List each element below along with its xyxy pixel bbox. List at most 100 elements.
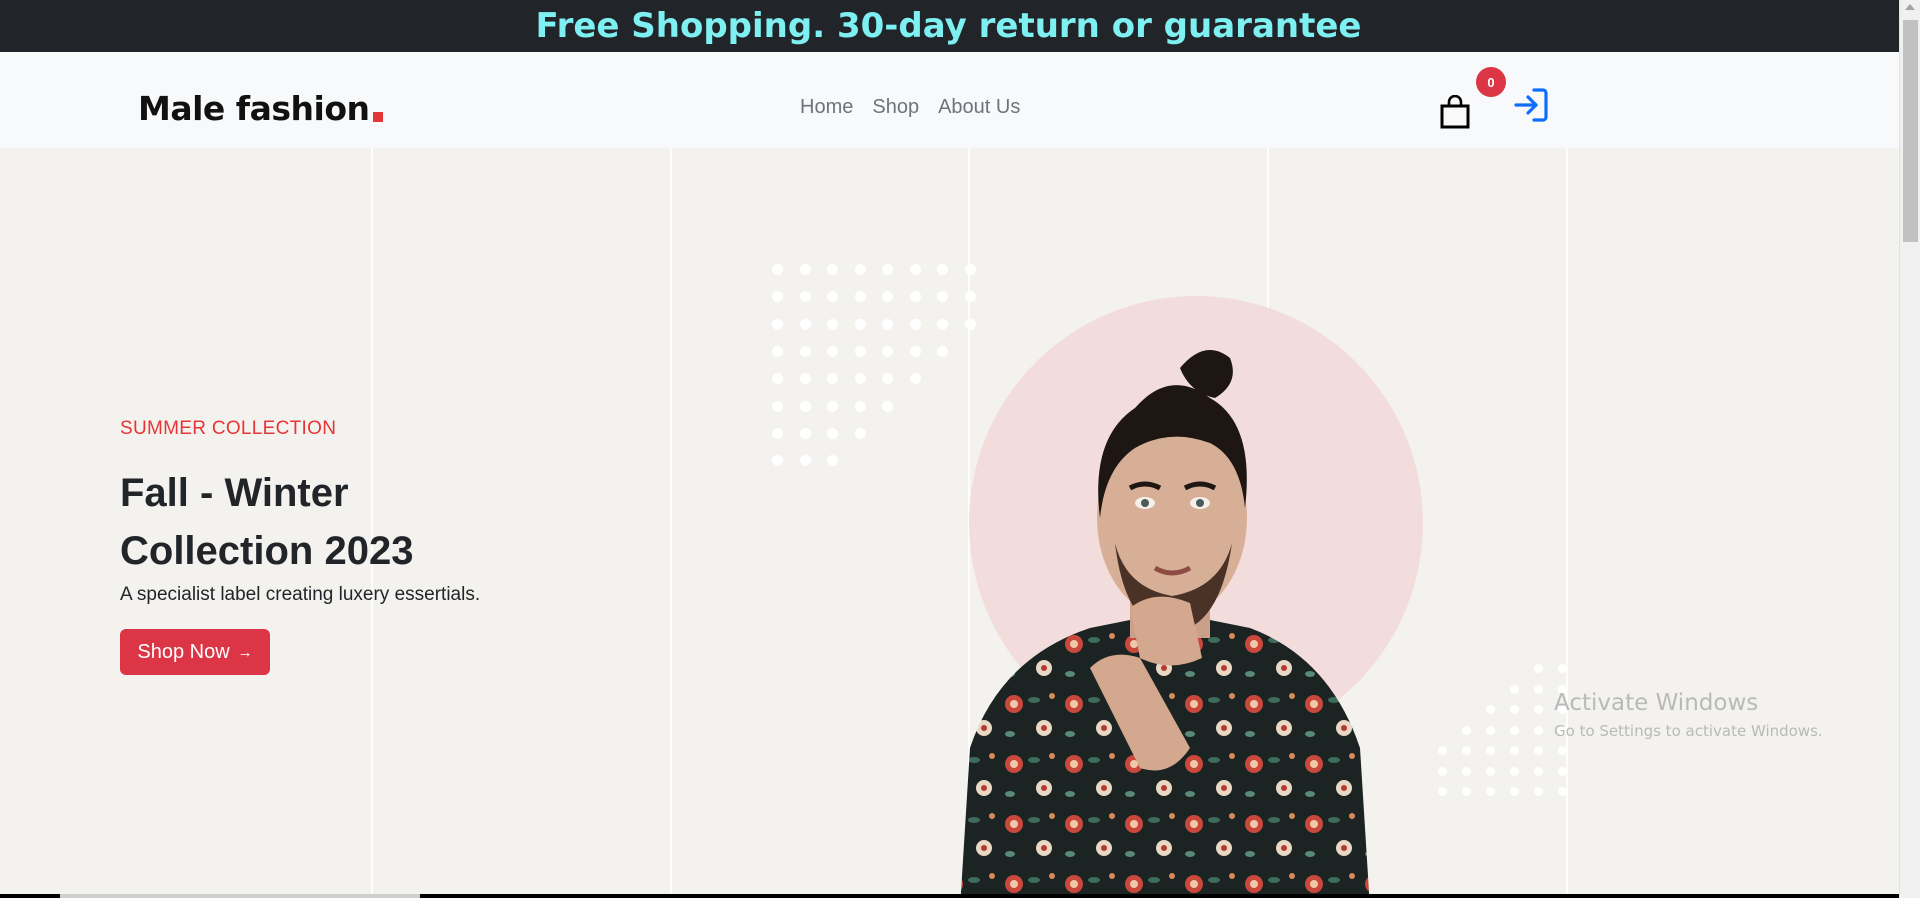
decorative-dot (909, 291, 921, 303)
decorative-dot (1534, 746, 1543, 755)
hero-subtitle: SUMMER COLLECTION (120, 418, 337, 439)
shop-now-button[interactable]: Shop Now → (120, 629, 270, 675)
decorative-dot (882, 345, 893, 357)
decorative-dot (1486, 746, 1495, 755)
decorative-dot (1534, 684, 1543, 694)
windows-activation-watermark: Activate Windows Go to Settings to activ… (1554, 690, 1823, 740)
shopping-bag-icon[interactable] (1439, 94, 1471, 129)
nav-shop[interactable]: Shop (872, 96, 919, 119)
logo-dot (372, 112, 383, 122)
decorative-dot (827, 373, 838, 385)
decorative-dot (799, 291, 811, 303)
decorative-dot (772, 345, 783, 357)
decorative-dot (1438, 746, 1447, 755)
decorative-dot (909, 264, 921, 275)
hero-section: SUMMER COLLECTION Fall - Winter Collecti… (0, 148, 1899, 898)
decorative-dot (1510, 684, 1519, 694)
decorative-dot (909, 373, 921, 385)
decorative-dot (1486, 766, 1495, 776)
scroll-thumb[interactable] (1903, 20, 1918, 242)
male-model-image (960, 350, 1370, 898)
decorative-dot (799, 455, 811, 467)
announcement-bar: Free Shopping. 30-day return or guarante… (0, 0, 1899, 52)
decorative-dot (1558, 766, 1567, 776)
decorative-dot (799, 400, 811, 412)
shop-now-label: Shop Now (137, 640, 230, 663)
decorative-dot (964, 264, 976, 275)
decorative-dot (1558, 664, 1567, 673)
grid-line (670, 148, 672, 898)
nav-about-us[interactable]: About Us (938, 96, 1020, 119)
decorative-dot (1486, 705, 1495, 714)
decorative-dot (827, 318, 838, 330)
decorative-dot (1558, 746, 1567, 755)
decorative-dot (799, 373, 811, 385)
decorative-dot (827, 400, 838, 412)
decorative-dot (827, 291, 838, 303)
decorative-dot (799, 427, 811, 439)
decorative-dot (854, 400, 866, 412)
decorative-dot (854, 264, 866, 275)
decorative-dot (1534, 664, 1543, 673)
cart-count-badge: 0 (1476, 67, 1506, 97)
logo[interactable]: Male fashion (138, 89, 383, 128)
decorative-dot (937, 291, 948, 303)
watermark-title: Activate Windows (1554, 690, 1759, 716)
decorative-dot (1462, 766, 1471, 776)
decorative-dot (799, 318, 811, 330)
grid-line (1566, 148, 1568, 898)
decorative-dot (854, 318, 866, 330)
decorative-dot (1438, 787, 1447, 796)
decorative-dot (1534, 787, 1543, 796)
decorative-dot (1510, 725, 1519, 735)
decorative-dot (1438, 766, 1447, 776)
decorative-dot (882, 291, 893, 303)
announcement-text: Free Shopping. 30-day return or guarante… (535, 6, 1362, 46)
decorative-dot (772, 291, 783, 303)
decorative-dot (772, 455, 783, 467)
nav-home[interactable]: Home (800, 96, 853, 119)
decorative-dot (827, 345, 838, 357)
decorative-dot (827, 455, 838, 467)
hero-title: Fall - Winter Collection 2023 (120, 464, 540, 580)
bottom-edge-segment (60, 894, 420, 898)
decorative-dot (937, 264, 948, 275)
decorative-dot (1534, 705, 1543, 714)
decorative-dot (799, 264, 811, 275)
decorative-dot (882, 264, 893, 275)
main-nav: Home Shop About Us (800, 96, 1020, 119)
decorative-dot (854, 427, 866, 439)
watermark-subtitle: Go to Settings to activate Windows. (1554, 722, 1823, 740)
decorative-dot (1462, 746, 1471, 755)
decorative-dot (1510, 787, 1519, 796)
hero-title-line-1: Fall - Winter (120, 471, 349, 515)
decorative-dot (772, 264, 783, 275)
decorative-dot (882, 373, 893, 385)
decorative-dot (1534, 766, 1543, 776)
login-arrow-icon[interactable] (1512, 86, 1550, 124)
decorative-dot (1486, 725, 1495, 735)
decorative-dot (1558, 787, 1567, 796)
decorative-dot (882, 318, 893, 330)
bottom-edge (0, 894, 1899, 898)
decorative-dot (854, 345, 866, 357)
decorative-dot (1510, 705, 1519, 714)
decorative-dot (1510, 746, 1519, 755)
page-scrollbar[interactable] (1899, 0, 1920, 898)
decorative-dot (799, 345, 811, 357)
logo-text: Male fashion (138, 89, 370, 128)
decorative-dot (1486, 787, 1495, 796)
decorative-dot (1462, 725, 1471, 735)
decorative-dot (854, 291, 866, 303)
decorative-dot (772, 373, 783, 385)
decorative-dot (854, 373, 866, 385)
decorative-dot (772, 318, 783, 330)
decorative-dot (882, 400, 893, 412)
scroll-up-arrow-icon[interactable] (1905, 4, 1915, 10)
decorative-dot (1462, 787, 1471, 796)
decorative-dot (964, 291, 976, 303)
decorative-dot (1510, 766, 1519, 776)
decorative-dot (772, 400, 783, 412)
decorative-dot (772, 427, 783, 439)
arrow-right-icon: → (237, 643, 253, 661)
